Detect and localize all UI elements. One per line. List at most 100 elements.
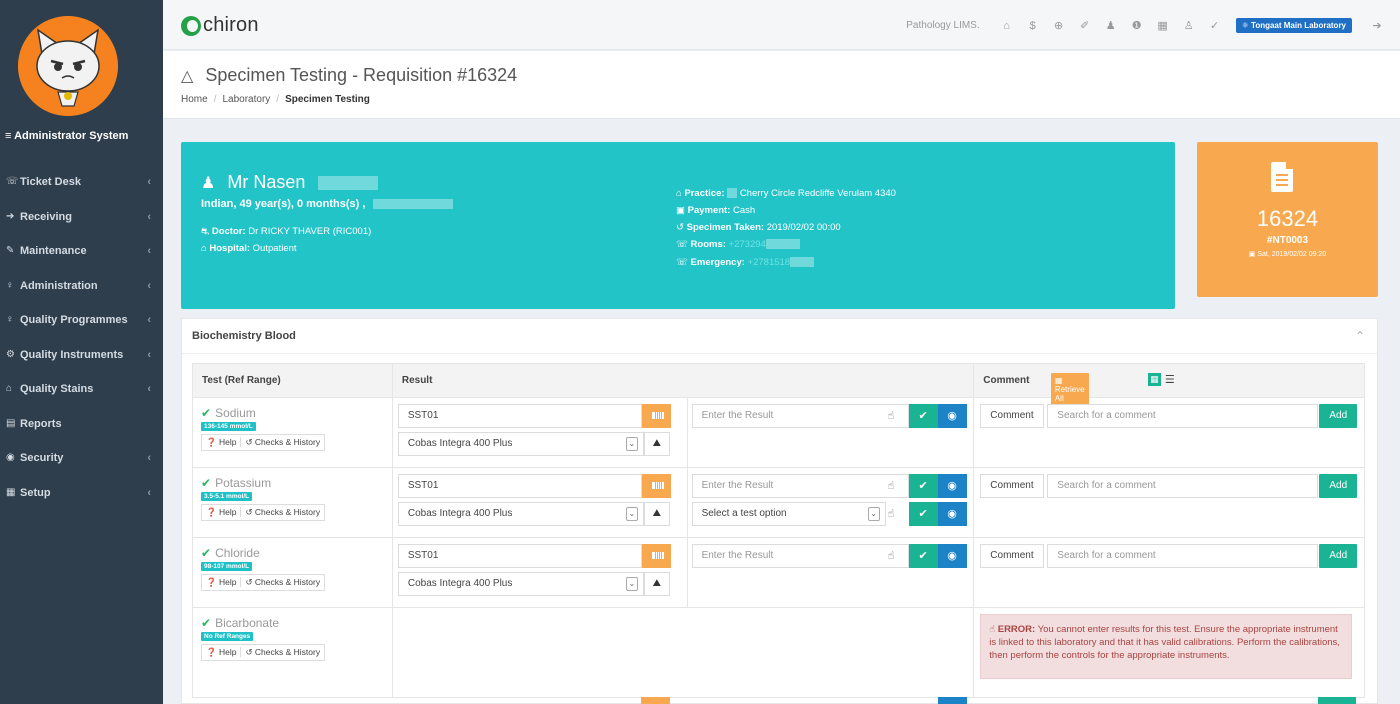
sidebar-item-label: Ticket Desk <box>20 176 81 189</box>
add-comment-button[interactable]: Add <box>1319 404 1358 428</box>
test-name: ✔ Potassium <box>201 476 271 490</box>
help-button[interactable]: ❓ Help <box>206 577 236 587</box>
taken-line: ↺ Specimen Taken: 2019/02/02 00:00 <box>676 222 841 233</box>
chart-icon[interactable]: ⛰ <box>643 502 670 526</box>
breadcrumb-laboratory[interactable]: Laboratory <box>222 94 270 105</box>
result-input[interactable]: Enter the Result <box>691 404 909 428</box>
hand-icon[interactable]: ☝ <box>888 409 895 422</box>
flask-icon[interactable]: ♙ <box>1176 19 1202 32</box>
chevron-down-icon[interactable]: ⌄ <box>625 577 638 591</box>
history-button[interactable]: ↺ Checks & History <box>240 507 321 517</box>
document-icon <box>1271 162 1293 192</box>
logo[interactable]: chiron <box>181 14 259 37</box>
comment-label: Comment <box>980 474 1044 498</box>
history-button[interactable]: ↺ Checks & History <box>240 437 321 447</box>
patient-name: ♟ Mr Nasen <box>201 172 379 193</box>
eye-icon: ◉ <box>6 452 15 464</box>
panel-title: Biochemistry Blood <box>192 330 296 342</box>
sidebar-item-quality-programmes[interactable]: ♀ Quality Programmes ‹ <box>0 303 163 338</box>
globe-icon[interactable]: ⊕ <box>1046 19 1072 32</box>
user-md-icon[interactable]: ♟ <box>1098 19 1124 32</box>
comment-search-input[interactable]: Search for a comment <box>1047 544 1319 568</box>
barcode-button[interactable] <box>641 404 671 428</box>
add-comment-button[interactable]: Add <box>1319 544 1358 568</box>
chevron-down-icon[interactable]: ⌄ <box>867 507 880 521</box>
history-button[interactable]: ↺ Checks & History <box>240 577 321 587</box>
check-icon[interactable]: ✓ <box>1202 19 1228 32</box>
instrument-select[interactable]: Cobas Integra 400 Plus <box>397 432 644 456</box>
chevron-down-icon[interactable]: ⌄ <box>625 507 638 521</box>
history-button[interactable]: ↺ Checks & History <box>240 647 321 657</box>
arrow-right-icon: ➔ <box>6 210 15 222</box>
cat-avatar-icon <box>18 16 118 116</box>
comment-search-input[interactable]: Search for a comment <box>1047 474 1319 498</box>
tube-input[interactable]: SST01 <box>397 404 642 428</box>
comment-search-input[interactable]: Search for a comment <box>1047 404 1319 428</box>
sidebar-item-administration[interactable]: ♀ Administration ‹ <box>0 269 163 304</box>
dollar-icon[interactable]: $ <box>1020 20 1046 32</box>
accept-button[interactable]: ✔ <box>908 474 938 498</box>
payment-label: Payment: <box>687 205 731 216</box>
grid-view-icon[interactable]: ▦ <box>1147 373 1161 386</box>
accept-option-button[interactable]: ✔ <box>908 502 938 526</box>
chart-icon[interactable]: ⛰ <box>643 432 670 456</box>
sidebar-item-maintenance[interactable]: ✎ Maintenance ‹ <box>0 234 163 269</box>
instrument-select[interactable]: Cobas Integra 400 Plus <box>397 502 644 526</box>
accept-button[interactable]: ✔ <box>908 404 938 428</box>
home-icon[interactable]: ⌂ <box>994 20 1020 32</box>
help-button[interactable]: ❓ Help <box>206 507 236 517</box>
help-label: Help <box>218 647 237 657</box>
hand-icon[interactable]: ☝ <box>888 507 895 520</box>
view-button[interactable]: ◉ <box>937 544 967 568</box>
tube-input[interactable]: SST01 <box>397 544 642 568</box>
view-button[interactable]: ◉ <box>937 474 967 498</box>
home-icon: ⌂ <box>676 188 682 199</box>
test-option-select[interactable]: Select a test option <box>691 502 886 526</box>
sidebar-item-quality-instruments[interactable]: ⚙ Quality Instruments ‹ <box>0 338 163 373</box>
sidebar-item-security[interactable]: ◉ Security ‹ <box>0 441 163 476</box>
chevron-down-icon[interactable]: ⌄ <box>625 437 638 451</box>
breadcrumb-home[interactable]: Home <box>181 94 208 105</box>
hand-icon[interactable]: ☝ <box>888 479 895 492</box>
barcode-button[interactable] <box>641 544 671 568</box>
next-row-barcode-button[interactable] <box>641 697 670 704</box>
emergency-line: ☏ Emergency: +2781518 <box>676 257 815 268</box>
logo-text: chiron <box>203 14 259 36</box>
view-button[interactable]: ◉ <box>937 404 967 428</box>
next-row-add-button[interactable] <box>1318 697 1356 704</box>
add-comment-button[interactable]: Add <box>1319 474 1358 498</box>
barcode-button[interactable] <box>641 474 671 498</box>
sidebar-item-setup[interactable]: ▦ Setup ‹ <box>0 476 163 511</box>
lab-badge[interactable]: ⚛ Tongaat Main Laboratory <box>1235 18 1352 33</box>
accept-button[interactable]: ✔ <box>908 544 938 568</box>
logout-icon[interactable]: ➔ <box>1364 19 1390 32</box>
help-label: Help <box>218 437 237 447</box>
money-icon: ▣ <box>676 205 685 216</box>
gear-icon: ⚙ <box>6 348 15 360</box>
view-option-button[interactable]: ◉ <box>937 502 967 526</box>
list-view-icon[interactable]: ☰ <box>1165 373 1175 386</box>
sidebar-item-receiving[interactable]: ➔ Receiving ‹ <box>0 200 163 235</box>
sidebar-item-label: Quality Programmes <box>20 314 128 327</box>
sidebar-item-quality-stains[interactable]: ⌂ Quality Stains ‹ <box>0 372 163 407</box>
calendar-icon[interactable]: ▦ <box>1150 19 1176 32</box>
pill-icon[interactable]: ✐ <box>1072 19 1098 32</box>
chart-icon[interactable]: ⛰ <box>643 572 670 596</box>
instrument-select[interactable]: Cobas Integra 400 Plus <box>397 572 644 596</box>
info-icon[interactable]: ❶ <box>1124 19 1150 32</box>
result-input[interactable]: Enter the Result <box>691 474 909 498</box>
page-title-text: Specimen Testing - Requisition #16324 <box>205 65 518 85</box>
help-button[interactable]: ❓ Help <box>206 647 236 657</box>
next-row-view-button[interactable] <box>938 697 967 704</box>
sidebar-item-reports[interactable]: ▤ Reports <box>0 407 163 442</box>
tube-input[interactable]: SST01 <box>397 474 642 498</box>
hand-icon[interactable]: ☝ <box>888 549 895 562</box>
hospital-icon: ⌂ <box>201 243 207 254</box>
avatar[interactable] <box>18 16 118 116</box>
result-input[interactable]: Enter the Result <box>691 544 909 568</box>
system-name[interactable]: ≡ Administrator System <box>0 126 163 146</box>
sidebar-item-ticket-desk[interactable]: ☏ Ticket Desk ‹ <box>0 165 163 200</box>
chevron-left-icon: ‹ <box>147 210 151 223</box>
chevron-up-icon[interactable]: ⌃ <box>1355 329 1365 343</box>
help-button[interactable]: ❓ Help <box>206 437 236 447</box>
